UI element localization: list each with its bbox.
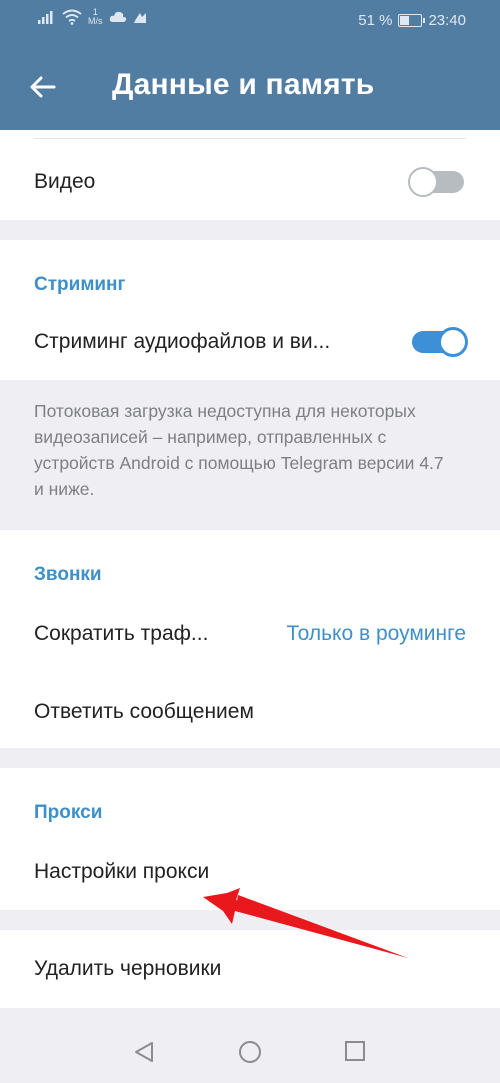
back-arrow-icon[interactable] (28, 72, 58, 102)
speed-unit: M/s (88, 16, 103, 26)
nav-recents-icon[interactable] (344, 1040, 366, 1062)
video-row[interactable]: Видео (0, 152, 500, 212)
calls-card: Звонки Сократить траф... Только в роумин… (0, 530, 500, 748)
video-toggle[interactable] (408, 167, 464, 197)
drafts-card: Удалить черновики (0, 930, 500, 1008)
reduce-traffic-value: Только в роуминге (286, 622, 466, 645)
status-bar: 1 M/s 51 % 23:40 (0, 0, 500, 42)
reply-with-message-row[interactable]: Ответить сообщением (0, 682, 500, 742)
delete-drafts-row[interactable]: Удалить черновики (0, 939, 500, 999)
status-right: 51 % 23:40 (358, 12, 466, 29)
reduce-traffic-label: Сократить траф... (34, 622, 209, 645)
network-speed: 1 M/s (88, 8, 103, 26)
proxy-section-title: Прокси (34, 802, 103, 823)
app-bar: Данные и память (0, 42, 500, 130)
notification-icon (133, 13, 146, 23)
streaming-row[interactable]: Стриминг аудиофайлов и ви... (0, 312, 500, 372)
streaming-card: Стриминг Стриминг аудиофайлов и ви... (0, 240, 500, 380)
divider (34, 138, 466, 139)
toggle-knob (408, 167, 438, 197)
status-left: 1 M/s (38, 8, 147, 26)
wifi-icon (62, 9, 82, 25)
video-label: Видео (34, 170, 96, 193)
cloud-icon (109, 11, 126, 22)
calls-section-title: Звонки (34, 564, 102, 585)
nav-back-icon[interactable] (133, 1040, 155, 1064)
proxy-settings-label: Настройки прокси (34, 860, 210, 883)
streaming-info-text: Потоковая загрузка недоступна для некото… (34, 401, 444, 499)
reduce-traffic-row[interactable]: Сократить траф... Только в роуминге (0, 604, 500, 664)
proxy-card: Прокси Настройки прокси (0, 768, 500, 910)
reply-with-message-label: Ответить сообщением (34, 700, 254, 723)
clock: 23:40 (428, 12, 466, 29)
streaming-label: Стриминг аудиофайлов и ви... (34, 330, 331, 353)
delete-drafts-label: Удалить черновики (34, 957, 222, 980)
battery-icon (398, 14, 426, 27)
media-card: Видео (0, 130, 500, 220)
toggle-knob (438, 327, 468, 357)
page-title: Данные и память (112, 68, 375, 101)
streaming-toggle[interactable] (412, 327, 468, 357)
proxy-settings-row[interactable]: Настройки прокси (0, 842, 500, 902)
streaming-section-title: Стриминг (34, 274, 126, 295)
nav-home-icon[interactable] (238, 1040, 262, 1064)
signal-icon (38, 11, 53, 24)
navigation-bar (0, 1010, 500, 1083)
battery-percent: 51 % (358, 12, 393, 29)
battery-fill (400, 16, 410, 25)
